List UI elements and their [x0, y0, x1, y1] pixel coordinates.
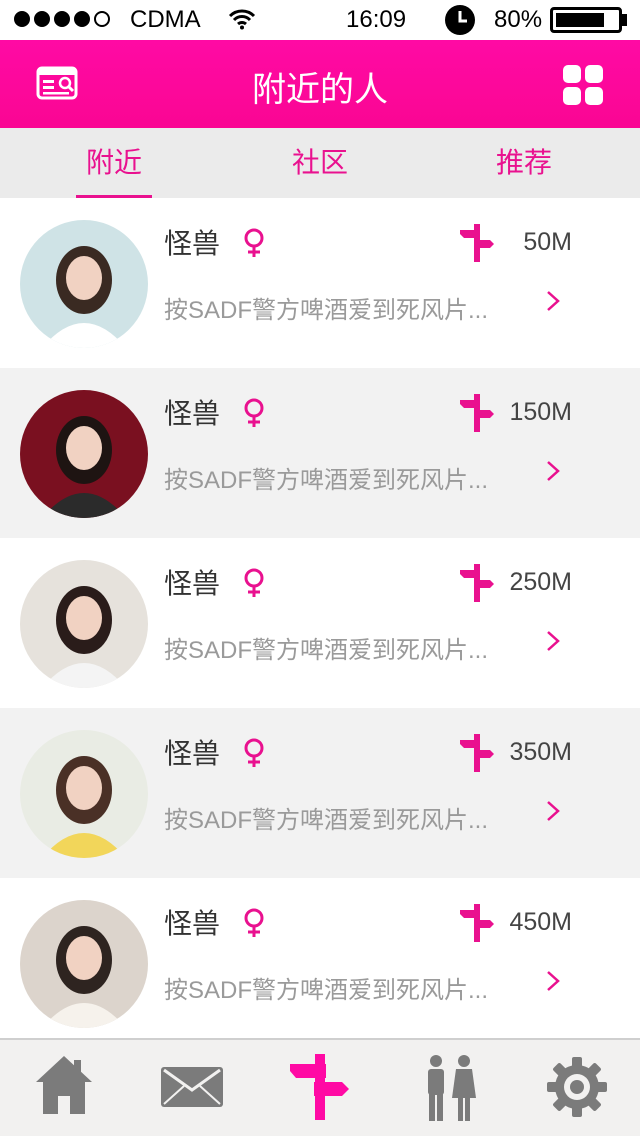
people-icon[interactable] [422, 1054, 478, 1122]
avatar-photo [20, 560, 148, 688]
distance-label: 250M [509, 568, 572, 596]
tab-nearby[interactable]: 附近 [76, 128, 152, 198]
chevron-right-icon [547, 291, 560, 311]
female-icon [244, 398, 264, 427]
female-icon [244, 908, 264, 937]
signpost-icon [460, 224, 494, 262]
signpost-icon [460, 564, 494, 602]
segment-tabs: 附近 社区 推荐 [0, 128, 640, 198]
list-item[interactable]: 怪兽 50M 按SADF警方啤酒爱到死风片... [0, 198, 640, 368]
page-title: 附近的人 [252, 71, 388, 109]
carrier-name: CDMA [130, 6, 201, 33]
tab-community[interactable]: 社区 [282, 128, 358, 198]
battery-level [556, 13, 604, 27]
signpost-icon [460, 904, 494, 942]
avatar-photo [20, 900, 148, 1028]
distance-label: 150M [509, 398, 572, 426]
mail-icon[interactable] [160, 1066, 224, 1108]
signpost-icon [460, 394, 494, 432]
list-item[interactable]: 怪兽 350M 按SADF警方啤酒爱到死风片... [0, 708, 640, 878]
user-name: 怪兽 [164, 738, 221, 769]
list-item[interactable]: 怪兽 150M 按SADF警方啤酒爱到死风片... [0, 368, 640, 538]
avatar [20, 900, 148, 1028]
battery-icon [550, 7, 622, 33]
female-icon [244, 228, 264, 257]
chevron-right-icon [547, 971, 560, 991]
people-list: 怪兽 50M 按SADF警方啤酒爱到死风片... 怪兽 150M 按SADF警方… [0, 198, 640, 1048]
avatar [20, 560, 148, 688]
bottom-tab-bar [0, 1038, 640, 1136]
female-icon [244, 568, 264, 597]
gear-icon[interactable] [546, 1054, 608, 1120]
grid-icon[interactable] [562, 64, 604, 106]
avatar-photo [20, 730, 148, 858]
user-description: 按SADF警方啤酒爱到死风片... [164, 467, 489, 494]
user-description: 按SADF警方啤酒爱到死风片... [164, 977, 489, 1004]
alarm-clock-icon [445, 5, 475, 35]
chevron-right-icon [547, 461, 560, 481]
user-description: 按SADF警方啤酒爱到死风片... [164, 807, 489, 834]
avatar [20, 730, 148, 858]
avatar-photo [20, 220, 148, 348]
tab-recommended[interactable]: 推荐 [486, 128, 562, 198]
user-name: 怪兽 [164, 398, 221, 429]
chevron-right-icon [547, 631, 560, 651]
distance-label: 350M [509, 738, 572, 766]
user-description: 按SADF警方啤酒爱到死风片... [164, 297, 489, 324]
list-item[interactable]: 怪兽 250M 按SADF警方啤酒爱到死风片... [0, 538, 640, 708]
status-bar: CDMA 16:09 80% [0, 0, 640, 40]
battery-percent: 80% [494, 6, 543, 33]
signpost-icon[interactable] [288, 1054, 350, 1120]
distance-label: 50M [523, 228, 572, 256]
distance-label: 450M [509, 908, 572, 936]
user-name: 怪兽 [164, 568, 221, 599]
signpost-icon [460, 734, 494, 772]
status-time: 16:09 [346, 6, 407, 33]
home-icon[interactable] [34, 1052, 94, 1118]
user-description: 按SADF警方啤酒爱到死风片... [164, 637, 489, 664]
avatar [20, 390, 148, 518]
avatar-photo [20, 390, 148, 518]
female-icon [244, 738, 264, 767]
wifi-icon [228, 9, 256, 30]
user-name: 怪兽 [164, 908, 221, 939]
user-name: 怪兽 [164, 228, 221, 259]
avatar [20, 220, 148, 348]
list-item[interactable]: 怪兽 450M 按SADF警方啤酒爱到死风片... [0, 878, 640, 1048]
chevron-right-icon [547, 801, 560, 821]
navigation-bar: 附近的人 [0, 40, 640, 128]
signal-strength-icon [14, 11, 110, 27]
